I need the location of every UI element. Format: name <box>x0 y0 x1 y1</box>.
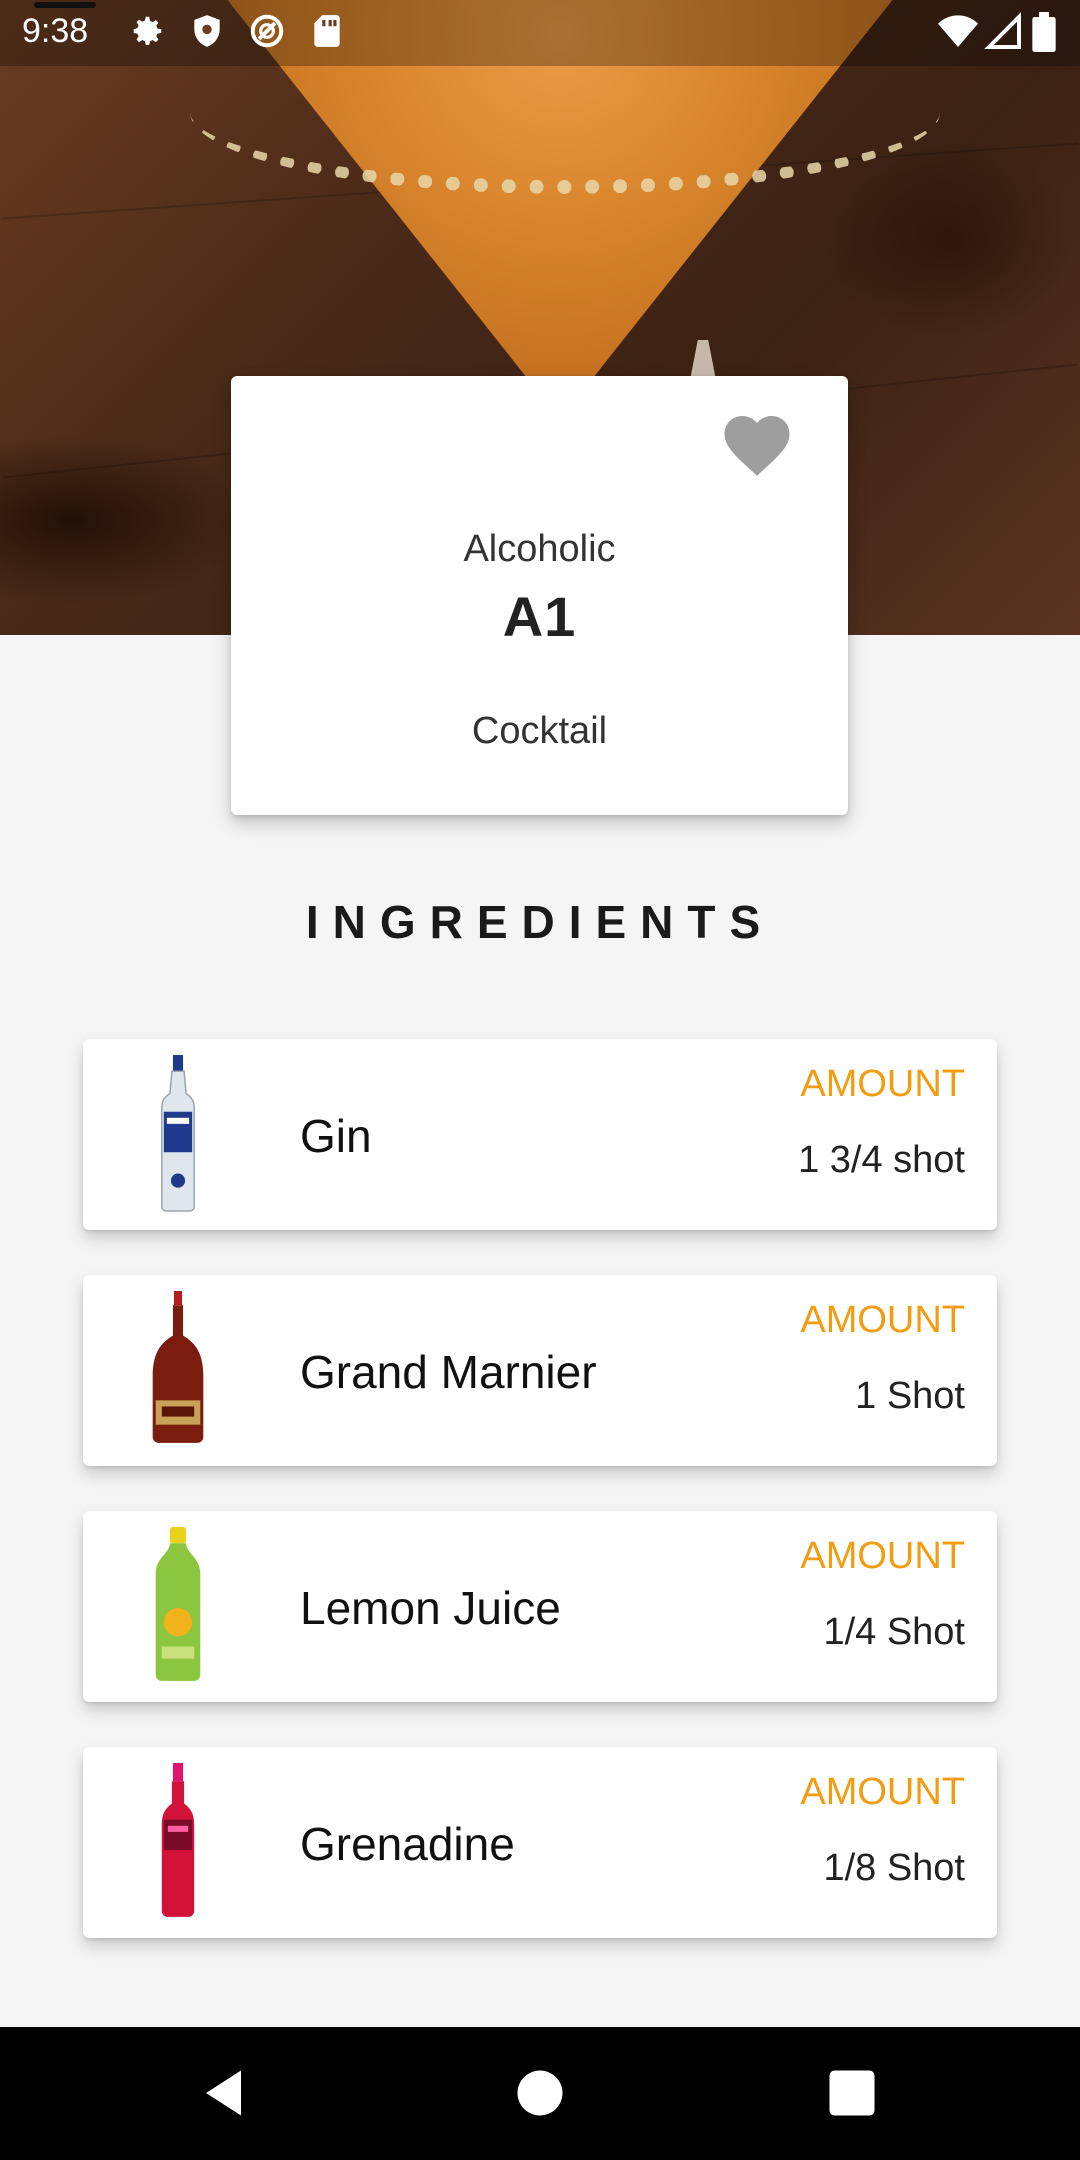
drink-category: Alcoholic <box>463 528 616 570</box>
recents-icon[interactable] <box>822 2063 882 2123</box>
system-navigation-bar <box>0 2027 1080 2160</box>
drink-type: Cocktail <box>471 710 608 752</box>
shield-icon <box>194 15 220 47</box>
amount-label: AMOUNT <box>800 1771 965 1813</box>
gin-bottle-icon <box>161 1055 195 1212</box>
status-bar: 9:38 <box>0 0 1080 66</box>
home-icon[interactable] <box>510 2063 570 2123</box>
amount-label: AMOUNT <box>800 1535 965 1577</box>
battery-icon <box>1032 12 1056 52</box>
back-icon[interactable] <box>196 2063 256 2123</box>
ingredient-name: Gin <box>300 1110 372 1162</box>
ingredient-card-gin[interactable]: Gin AMOUNT 1 3/4 shot <box>83 1039 997 1230</box>
lemon-juice-bottle-icon <box>155 1527 201 1681</box>
status-time: 9:38 <box>22 12 89 50</box>
amount-value: 1 Shot <box>855 1375 965 1417</box>
ingredient-card-grand-marnier[interactable]: Grand Marnier AMOUNT 1 Shot <box>83 1275 997 1466</box>
ingredients-heading: INGREDIENTS <box>305 896 775 948</box>
glass-stem <box>690 340 716 380</box>
heart-icon[interactable] <box>718 406 796 478</box>
amount-label: AMOUNT <box>800 1299 965 1341</box>
amount-label: AMOUNT <box>800 1063 965 1105</box>
gear-icon <box>133 16 162 45</box>
ingredient-name: Lemon Juice <box>300 1582 561 1634</box>
status-indicator <box>34 2 96 8</box>
amount-value: 1 3/4 shot <box>798 1139 965 1181</box>
ingredient-card-lemon-juice[interactable]: Lemon Juice AMOUNT 1/4 Shot <box>83 1511 997 1702</box>
drink-name: A1 <box>502 585 577 648</box>
grenadine-bottle-icon <box>161 1763 195 1917</box>
ingredient-name: Grenadine <box>300 1818 515 1870</box>
ingredient-card-grenadine[interactable]: Grenadine AMOUNT 1/8 Shot <box>83 1747 997 1938</box>
grand-marnier-bottle-icon <box>152 1291 204 1443</box>
drink-info-card: Alcoholic A1 Cocktail <box>231 376 848 815</box>
amount-value: 1/4 Shot <box>823 1611 965 1653</box>
amount-value: 1/8 Shot <box>823 1847 965 1889</box>
sd-card-icon <box>314 15 340 47</box>
cell-signal-icon <box>984 12 1021 49</box>
wifi-icon <box>938 15 978 47</box>
sync-icon <box>250 14 284 48</box>
ingredient-name: Grand Marnier <box>300 1346 597 1398</box>
